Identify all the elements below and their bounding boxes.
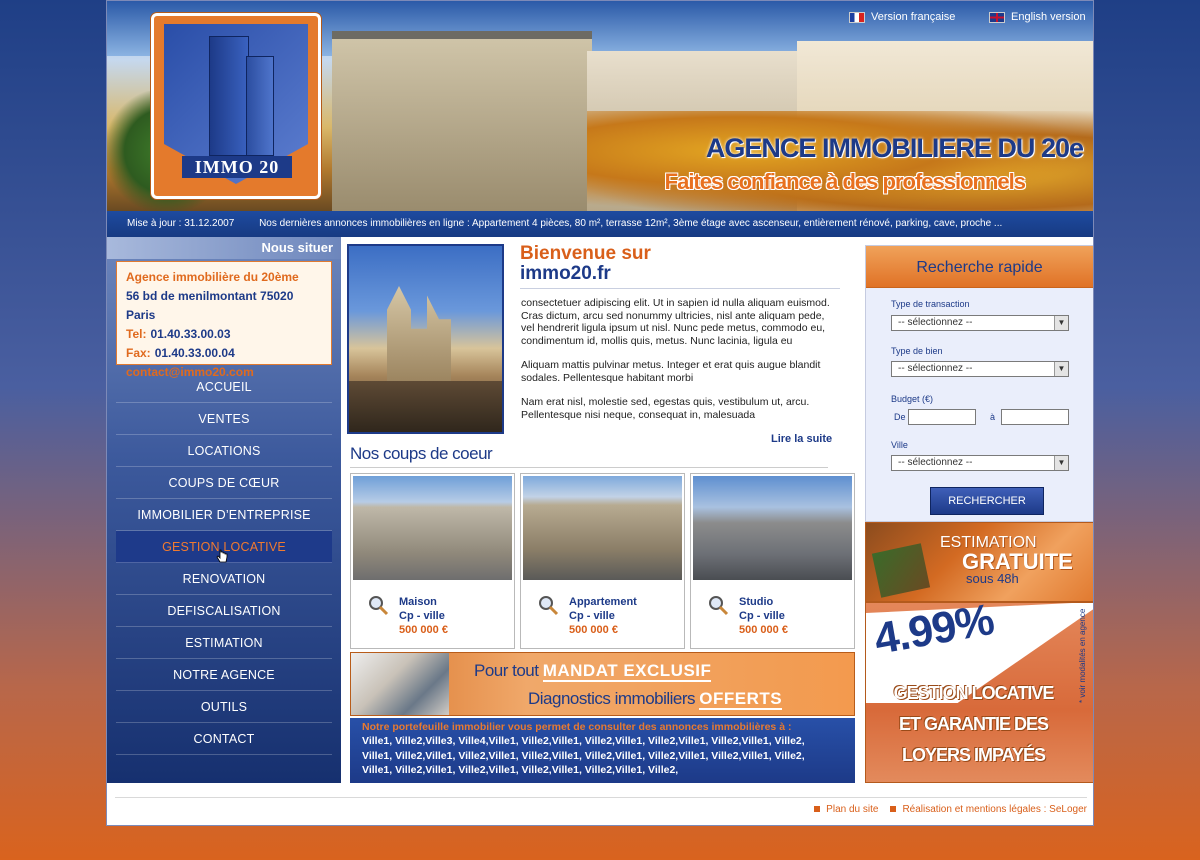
budget-max-input[interactable]	[1001, 409, 1069, 425]
free-estimation-banner[interactable]: ESTIMATION GRATUITE sous 48h	[865, 522, 1093, 602]
handshake-photo	[351, 653, 449, 715]
welcome-text: consectetuer adipiscing elit. Ut in sapi…	[521, 297, 830, 421]
mandat-exclusif-banner[interactable]: Pour tout MANDAT EXCLUSIF Diagnostics im…	[350, 652, 855, 716]
sitemap-link[interactable]: Plan du site	[814, 804, 878, 815]
portfolio-cities: Notre portefeuille immobilier vous perme…	[350, 718, 855, 783]
city-links[interactable]: Ville1, Ville2,Ville1, Ville2,Ville1, Vi…	[362, 763, 849, 777]
nav-locations[interactable]: LOCATIONS	[116, 435, 332, 467]
left-sidebar: Nous situer Agence immobilière du 20ème …	[107, 237, 341, 783]
budget-min-input[interactable]	[908, 409, 976, 425]
header-banner: IMMO 20 Version française English versio…	[107, 1, 1093, 211]
property-card-maison[interactable]: Maison Cp - ville 500 000 €	[350, 473, 515, 649]
bullet-icon	[814, 806, 821, 813]
phone-number: 01.40.33.00.03	[150, 327, 231, 341]
house-model-image	[871, 543, 931, 598]
page-frame: IMMO 20 Version française English versio…	[106, 0, 1094, 826]
chevron-down-icon: ▼	[1054, 456, 1068, 470]
city-select[interactable]: -- sélectionnez -- ▼	[891, 455, 1069, 471]
welcome-heading: Bienvenue sur	[520, 243, 651, 264]
ticker-text: Nos dernières annonces immobilières en l…	[259, 218, 1003, 229]
legal-link[interactable]: Réalisation et mentions légales : SeLoge…	[890, 804, 1087, 815]
nav-immobilier-entreprise[interactable]: IMMOBILIER D’ENTREPRISE	[116, 499, 332, 531]
nav-ventes[interactable]: VENTES	[116, 403, 332, 435]
nav-contact[interactable]: CONTACT	[116, 723, 332, 755]
coups-de-coeur-title: Nos coups de coeur	[350, 444, 828, 468]
main-content: Bienvenue sur immo20.fr consectetuer adi…	[347, 237, 859, 783]
french-version-link[interactable]: Version française	[849, 11, 955, 23]
logo-text: IMMO 20	[182, 156, 292, 178]
sidebar-header: Nous situer	[107, 237, 341, 259]
nav-notre-agence[interactable]: NOTRE AGENCE	[116, 659, 332, 691]
property-photo	[693, 476, 852, 580]
conditions-note: * voir modalités en agence	[1078, 608, 1087, 703]
building-icon	[209, 36, 249, 156]
notre-dame-photo	[347, 244, 504, 434]
nav-renovation[interactable]: RENOVATION	[116, 563, 332, 595]
agency-slogan: Faites confiance à des professionnels	[664, 169, 1026, 194]
chevron-down-icon: ▼	[1054, 362, 1068, 376]
property-card-studio[interactable]: Studio Cp - ville 500 000 €	[690, 473, 855, 649]
quick-search-panel: Recherche rapide Type de transaction -- …	[865, 245, 1093, 522]
property-photo	[523, 476, 682, 580]
agency-title: AGENCE IMMOBILIERE DU 20e	[705, 133, 1084, 163]
nav-accueil[interactable]: ACCUEIL	[116, 371, 332, 403]
contact-box: Agence immobilière du 20ème 56 bd de men…	[116, 261, 332, 379]
chevron-down-icon: ▼	[1054, 316, 1068, 330]
magnifier-icon	[369, 596, 389, 616]
news-ticker[interactable]: Mise à jour : 31.12.2007 Nos dernières a…	[107, 211, 1093, 237]
property-card-appartement[interactable]: Appartement Cp - ville 500 000 €	[520, 473, 685, 649]
nav-coups-de-coeur[interactable]: COUPS DE CŒUR	[116, 467, 332, 499]
nav-gestion-locative[interactable]: GESTION LOCATIVE	[116, 531, 332, 563]
agency-address: 56 bd de menilmontant 75020 Paris	[126, 289, 294, 322]
transaction-type-select[interactable]: -- sélectionnez -- ▼	[891, 315, 1069, 331]
update-date: Mise à jour : 31.12.2007	[127, 218, 235, 229]
city-links[interactable]: Ville1, Ville2,Ville3, Ville4,Ville1, Vi…	[362, 734, 849, 748]
property-type-select[interactable]: -- sélectionnez -- ▼	[891, 361, 1069, 377]
rental-management-banner[interactable]: 4.99% GESTION LOCATIVE ET GARANTIE DES L…	[865, 602, 1093, 783]
uk-flag-icon	[989, 11, 1005, 23]
nav-estimation[interactable]: ESTIMATION	[116, 627, 332, 659]
bullet-icon	[890, 806, 897, 813]
right-sidebar: Recherche rapide Type de transaction -- …	[865, 245, 1093, 783]
city-links[interactable]: Ville1, Ville2,Ville1, Ville2,Ville1, Vi…	[362, 749, 849, 763]
nav-outils[interactable]: OUTILS	[116, 691, 332, 723]
agency-name: Agence immobilière du 20ème	[126, 270, 299, 284]
fax-number: 01.40.33.00.04	[154, 346, 235, 360]
french-flag-icon	[849, 11, 865, 23]
magnifier-icon	[709, 596, 729, 616]
english-version-link[interactable]: English version	[989, 11, 1086, 23]
nav-defiscalisation[interactable]: DEFISCALISATION	[116, 595, 332, 627]
welcome-site-name: immo20.fr	[520, 263, 840, 289]
city-hall-image	[332, 31, 592, 211]
quick-search-title: Recherche rapide	[866, 246, 1093, 288]
main-nav: ACCUEIL VENTES LOCATIONS COUPS DE CŒUR I…	[107, 371, 341, 755]
magnifier-icon	[539, 596, 559, 616]
search-button[interactable]: RECHERCHER	[930, 487, 1044, 515]
property-photo	[353, 476, 512, 580]
site-logo[interactable]: IMMO 20	[151, 13, 321, 199]
footer: Plan du site Réalisation et mentions lég…	[107, 785, 1093, 825]
